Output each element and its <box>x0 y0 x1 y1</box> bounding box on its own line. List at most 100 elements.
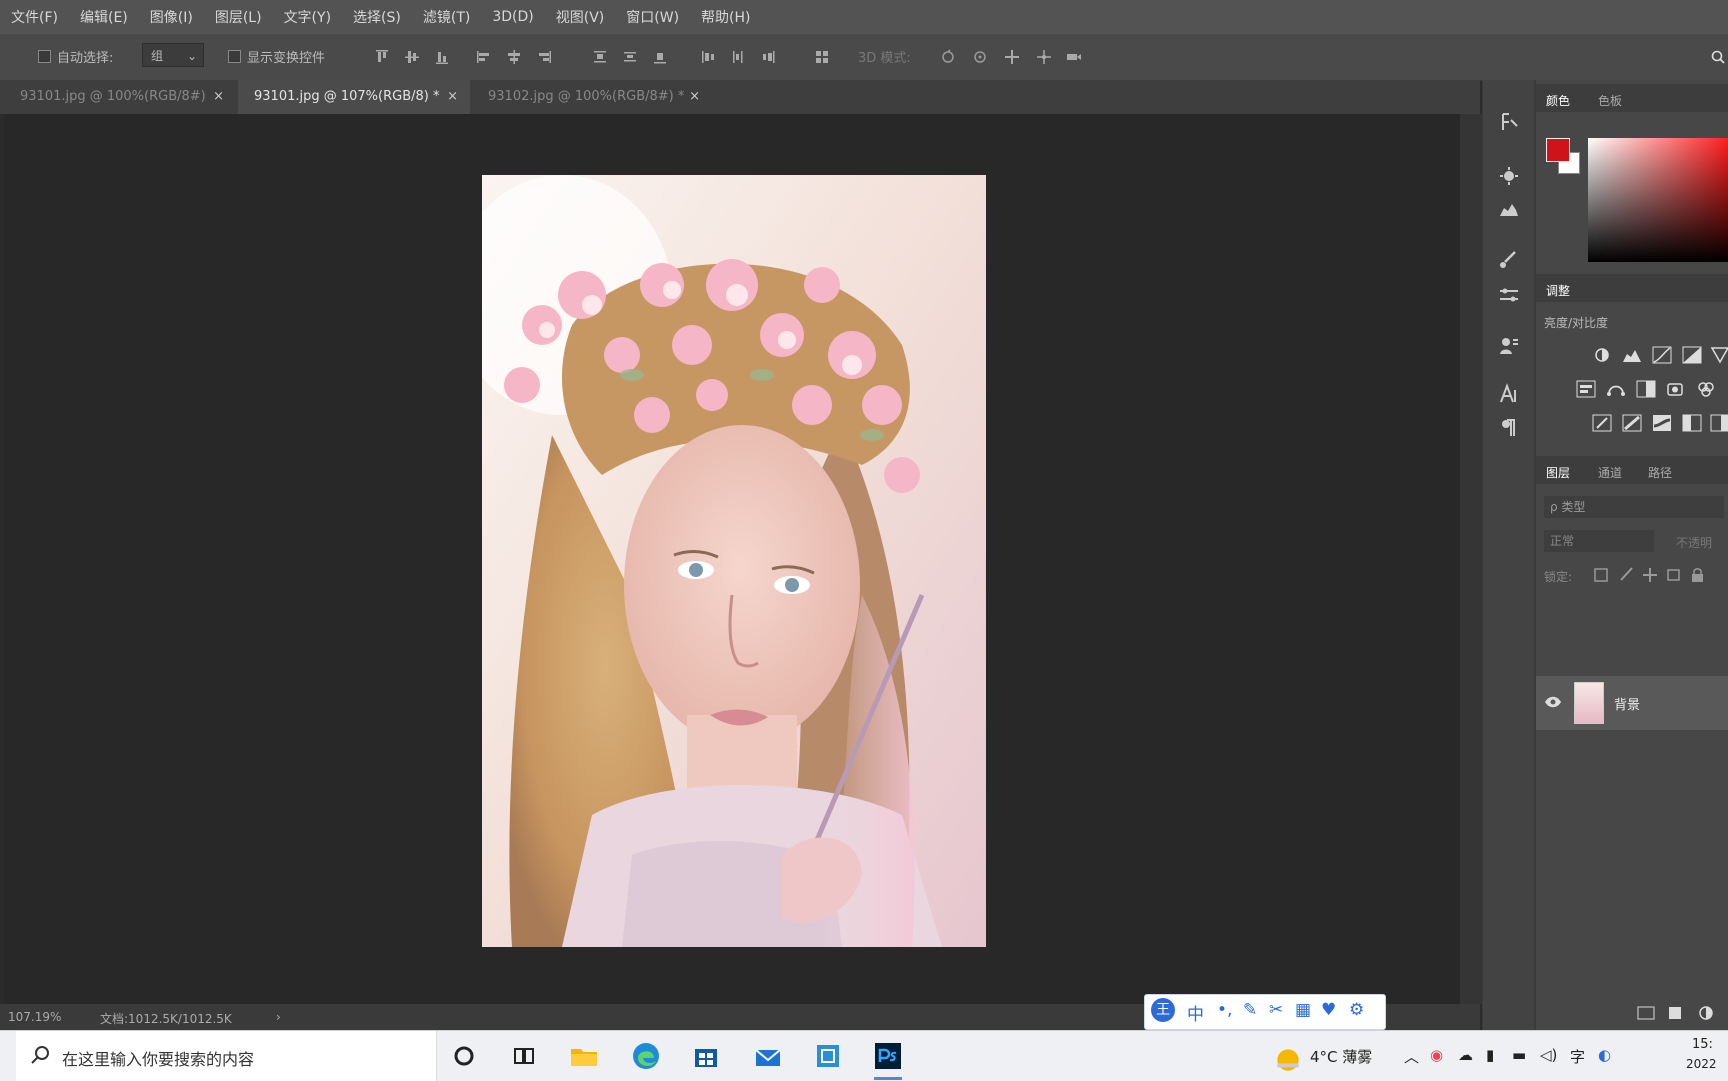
ime-punct-icon[interactable]: •, <box>1217 1000 1232 1020</box>
distribute-top-icon[interactable] <box>592 49 608 65</box>
photo-filter-icon[interactable] <box>1666 380 1686 398</box>
vibrance-icon[interactable] <box>1710 346 1728 364</box>
tab-layers[interactable]: 图层 <box>1546 464 1570 481</box>
tab-document-1[interactable]: 93101.jpg @ 100%(RGB/8#) × <box>4 80 236 114</box>
tab-document-3[interactable]: 93102.jpg @ 100%(RGB/8#) * × <box>472 80 712 114</box>
properties-icon[interactable] <box>1497 334 1521 358</box>
align-left-icon[interactable] <box>476 49 492 65</box>
distribute-vcenter-icon[interactable] <box>622 49 638 65</box>
zoom-level[interactable]: 107.19% <box>8 1010 61 1024</box>
search-icon[interactable] <box>1710 49 1726 65</box>
histogram-icon[interactable] <box>1497 198 1521 222</box>
color-swatches[interactable] <box>1546 138 1582 174</box>
menu-help[interactable]: 帮助(H) <box>690 7 761 27</box>
distribute-right-icon[interactable] <box>760 49 776 65</box>
posterize-icon[interactable] <box>1622 414 1642 432</box>
distribute-bottom-icon[interactable] <box>652 49 668 65</box>
volume-icon[interactable]: ◁) <box>1540 1046 1557 1064</box>
exposure-icon[interactable] <box>1682 346 1702 364</box>
close-icon[interactable]: × <box>447 80 458 114</box>
color-picker-field[interactable] <box>1588 138 1728 262</box>
lock-paint-icon[interactable] <box>1616 566 1636 584</box>
tab-channels[interactable]: 通道 <box>1598 464 1622 481</box>
eye-icon[interactable] <box>1544 694 1562 708</box>
menu-file[interactable]: 文件(F) <box>0 7 69 27</box>
adjustments-sliders-icon[interactable] <box>1497 284 1521 308</box>
document-image[interactable] <box>482 175 986 947</box>
network-icon[interactable]: ◐ <box>1598 1046 1611 1064</box>
character-icon[interactable] <box>1497 382 1521 406</box>
menu-view[interactable]: 视图(V) <box>545 7 616 27</box>
clock-date[interactable]: 2022 <box>1686 1057 1717 1071</box>
onedrive-icon[interactable]: ☁ <box>1458 1046 1473 1064</box>
layer-row-background[interactable]: 背景 <box>1536 676 1728 730</box>
lock-artboard-icon[interactable] <box>1664 566 1684 584</box>
ime-logo-icon[interactable]: 王 <box>1151 998 1175 1022</box>
app-icon[interactable] <box>812 1040 844 1072</box>
pan-3d-icon[interactable] <box>1004 49 1020 65</box>
tab-paths[interactable]: 路径 <box>1648 464 1672 481</box>
actions-icon[interactable] <box>1497 164 1521 188</box>
mail-icon[interactable] <box>752 1040 784 1072</box>
status-menu-arrow[interactable]: › <box>276 1010 281 1024</box>
edge-browser-icon[interactable] <box>630 1040 662 1072</box>
layer-new-icon[interactable] <box>1666 1004 1686 1022</box>
menu-select[interactable]: 选择(S) <box>342 7 412 27</box>
black-white-icon[interactable] <box>1636 380 1656 398</box>
menu-filter[interactable]: 滤镜(T) <box>412 7 481 27</box>
align-hcenter-icon[interactable] <box>506 49 522 65</box>
history-icon[interactable] <box>1497 110 1521 134</box>
taskbar-search[interactable]: 在这里输入你要搜索的内容 <box>16 1031 437 1081</box>
tab-color[interactable]: 颜色 <box>1546 92 1570 109</box>
selective-color-icon[interactable] <box>1710 414 1728 432</box>
threshold-icon[interactable] <box>1652 414 1672 432</box>
ime-settings-icon[interactable]: ⚙ <box>1349 1000 1364 1020</box>
color-balance-icon[interactable] <box>1606 380 1626 398</box>
tray-app-icon[interactable]: ◉ <box>1430 1046 1443 1064</box>
tab-swatches[interactable]: 色板 <box>1598 92 1622 109</box>
ime-tools-icon[interactable]: ✂ <box>1269 1000 1283 1020</box>
roll-3d-icon[interactable] <box>972 49 988 65</box>
menu-layer[interactable]: 图层(L) <box>204 7 273 27</box>
show-transform-checkbox[interactable]: 显示变换控件 <box>228 47 325 66</box>
brightness-contrast-icon[interactable] <box>1592 346 1612 364</box>
cortana-icon[interactable] <box>448 1040 480 1072</box>
menu-3d[interactable]: 3D(D) <box>481 9 544 25</box>
paragraph-icon[interactable] <box>1497 416 1521 440</box>
align-top-icon[interactable] <box>374 49 390 65</box>
show-hidden-icons[interactable]: ︿ <box>1404 1046 1419 1067</box>
layer-adjustment-icon[interactable] <box>1696 1004 1716 1022</box>
weather-icon[interactable] <box>1272 1044 1299 1071</box>
keyboard-layout-icon[interactable]: 字 <box>1570 1046 1585 1067</box>
distribute-left-icon[interactable] <box>700 49 716 65</box>
align-right-icon[interactable] <box>536 49 552 65</box>
clock-time[interactable]: 15: <box>1692 1037 1713 1052</box>
gradient-map-icon[interactable] <box>1682 414 1702 432</box>
distribute-hcenter-icon[interactable] <box>730 49 746 65</box>
slide-3d-icon[interactable] <box>1036 49 1052 65</box>
ime-mode-toggle[interactable]: 中 <box>1187 1000 1204 1025</box>
weather-text[interactable]: 4°C 薄雾 <box>1310 1046 1372 1067</box>
rotate-3d-icon[interactable] <box>940 49 956 65</box>
canvas-scrollbar[interactable] <box>1460 114 1482 1004</box>
align-vcenter-icon[interactable] <box>404 49 420 65</box>
auto-select-checkbox[interactable]: 自动选择: <box>38 47 113 66</box>
layer-filter-field[interactable]: ρ 类型 <box>1544 496 1724 518</box>
task-view-icon[interactable] <box>508 1040 540 1072</box>
menu-image[interactable]: 图像(I) <box>139 7 204 27</box>
close-icon[interactable]: × <box>213 80 224 114</box>
blend-mode-dropdown[interactable]: 正常 <box>1544 530 1654 552</box>
ime-pen-icon[interactable]: ✎ <box>1243 1000 1257 1020</box>
channel-mixer-icon[interactable] <box>1696 380 1716 398</box>
battery-icon[interactable]: ▬ <box>1512 1046 1526 1064</box>
file-explorer-icon[interactable] <box>568 1040 600 1072</box>
invert-icon[interactable] <box>1592 414 1612 432</box>
photoshop-icon[interactable] <box>872 1040 904 1080</box>
align-bottom-icon[interactable] <box>434 49 450 65</box>
ime-keyboard-icon[interactable]: ▦ <box>1295 1000 1311 1020</box>
tab-adjustments[interactable]: 调整 <box>1546 282 1570 299</box>
brush-icon[interactable] <box>1497 248 1521 272</box>
ime-skin-icon[interactable]: ♥ <box>1321 1000 1336 1020</box>
lock-all-icon[interactable] <box>1688 566 1708 584</box>
layer-new-group-icon[interactable] <box>1636 1004 1656 1022</box>
